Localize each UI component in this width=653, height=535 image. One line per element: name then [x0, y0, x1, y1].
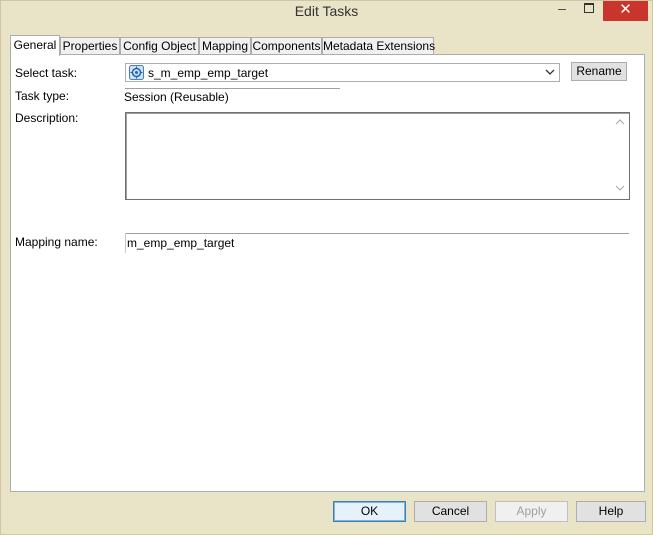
rename-button[interactable]: Rename [571, 62, 627, 81]
cancel-button[interactable]: Cancel [414, 501, 487, 522]
task-type-label: Task type: [15, 89, 70, 103]
tab-general[interactable]: General [10, 35, 60, 56]
edit-tasks-dialog: Edit Tasks – ✕ General Properties Config… [0, 0, 653, 535]
tab-metadata-extensions[interactable]: Metadata Extensions [322, 37, 435, 54]
select-task-value: s_m_emp_emp_target [148, 66, 269, 80]
minimize-button[interactable]: – [549, 1, 575, 21]
apply-button[interactable]: Apply [495, 501, 568, 522]
description-scrollbar[interactable] [612, 114, 628, 198]
description-textarea[interactable] [125, 112, 630, 200]
tab-properties[interactable]: Properties [60, 37, 120, 54]
title-bar[interactable]: Edit Tasks – ✕ [1, 1, 652, 23]
task-type-underline [125, 88, 340, 89]
tab-mapping[interactable]: Mapping [199, 37, 251, 54]
mapping-name-sideline [125, 233, 126, 253]
mapping-name-label: Mapping name: [15, 235, 98, 249]
close-button[interactable]: ✕ [603, 1, 648, 21]
description-label: Description: [15, 111, 79, 125]
mapping-name-topline [125, 233, 629, 234]
mapping-name-value: m_emp_emp_target [127, 236, 235, 250]
chevron-down-icon[interactable] [545, 67, 555, 77]
task-type-value: Session (Reusable) [124, 90, 229, 104]
select-task-label: Select task: [15, 66, 78, 80]
general-tab-panel: Select task: s_m_emp_emp_target Rename T… [10, 54, 645, 492]
tab-config-object[interactable]: Config Object [120, 37, 199, 54]
help-button[interactable]: Help [576, 501, 646, 522]
session-icon [129, 65, 144, 80]
select-task-dropdown[interactable]: s_m_emp_emp_target [125, 63, 560, 82]
tab-components[interactable]: Components [251, 37, 322, 54]
maximize-button[interactable] [575, 1, 601, 21]
maximize-icon [584, 3, 594, 13]
ok-button[interactable]: OK [333, 501, 406, 522]
